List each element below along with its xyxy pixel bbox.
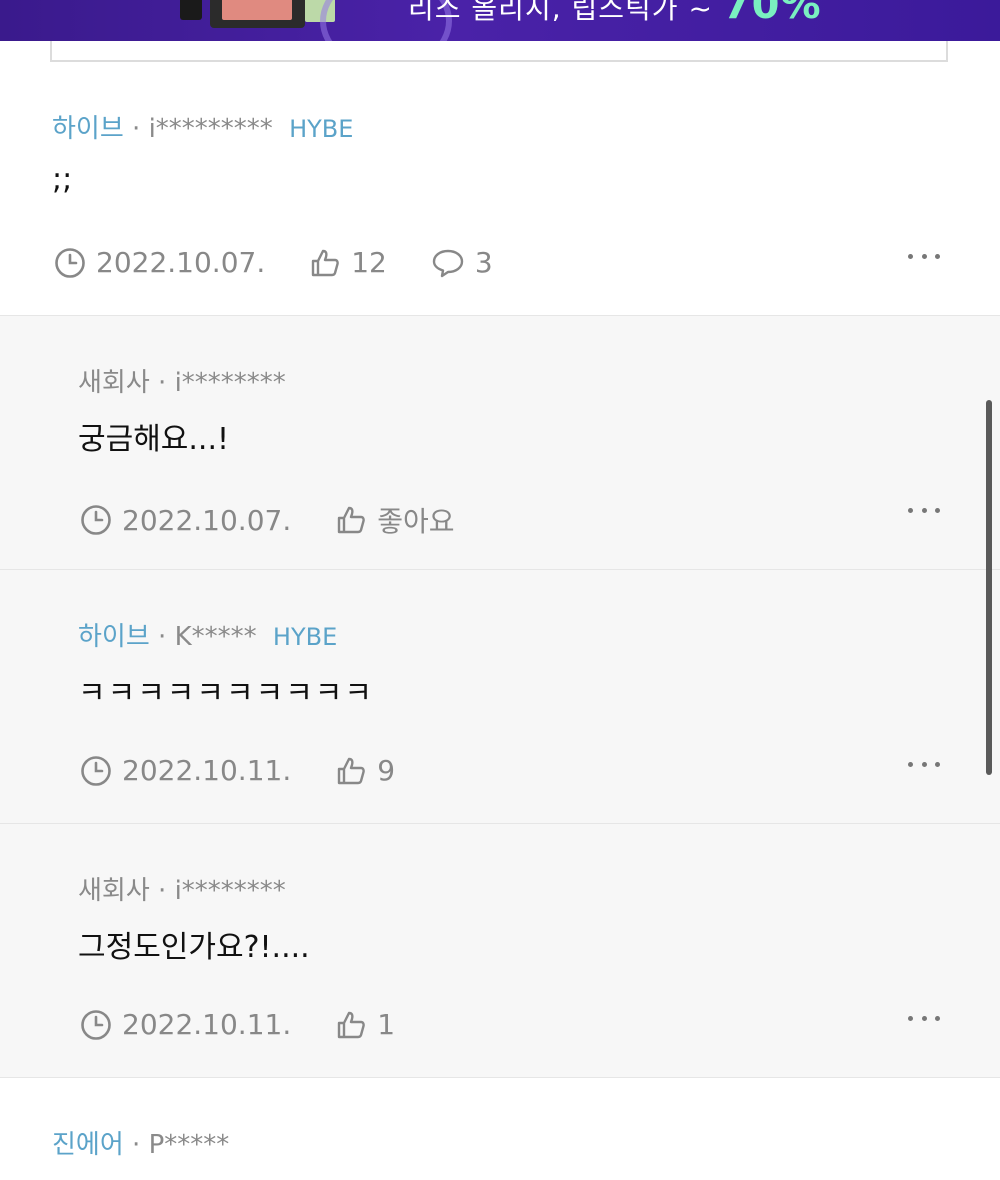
user-id: i********* [148,114,273,144]
reply-count: 3 [474,246,493,279]
comment-actions: 2022.10.07. 좋아요 [80,500,499,540]
thumbs-up-icon [312,249,340,276]
more-options-icon[interactable] [908,508,940,516]
banner-headline: 리스 올리시, 립스틱가 ~ [408,0,713,25]
comment-author: 새회사 · i******** [78,362,286,399]
reply-item: 새회사 · i******** 그정도인가요?!.... 2022.10.11.… [0,824,1000,1078]
comment-actions: 2022.10.11. 1 [80,1008,439,1041]
comment-author: 하이브 · K***** HYBE [78,616,337,653]
comment-date: 2022.10.07. [80,504,291,537]
more-options-icon[interactable] [908,254,940,262]
clock-icon [81,505,111,535]
comment-date: 2022.10.11. [80,1008,291,1041]
like-button[interactable]: 1 [335,1008,395,1041]
date-text: 2022.10.07. [122,503,292,537]
scrollbar[interactable] [986,400,992,775]
ad-banner[interactable]: 리스 올리시, 립스틱가 ~ 70% [0,0,1000,41]
like-count: 9 [377,754,396,787]
clock-icon [55,247,85,278]
reply-item: 하이브 · K***** HYBE ㅋㅋㅋㅋㅋㅋㅋㅋㅋㅋ 2022.10.11.… [0,570,1000,824]
reply-item: 새회사 · i******** 궁금해요...! 2022.10.07. 좋아요 [0,316,1000,570]
comment-author: 새회사 · i******** [78,870,286,907]
comment-text: 그정도인가요?!.... [78,930,310,965]
clock-icon [81,1009,111,1040]
thumbs-up-icon [338,1011,366,1038]
user-id: i******** [174,368,286,398]
comment-item: 하이브 · i********* HYBE ;; 2022.10.07. 12 … [0,62,1000,316]
like-count: 12 [351,246,387,279]
clock-icon [81,755,111,786]
user-id: K***** [174,622,257,652]
like-label: 좋아요 [377,505,455,538]
separator: · [132,114,141,144]
comment-actions: 2022.10.11. 9 [80,754,439,787]
date-text: 2022.10.07. [96,246,266,279]
banner-text: 리스 올리시, 립스틱가 ~ 70% [408,0,822,28]
like-count: 1 [377,1008,396,1041]
company-badge: HYBE [289,115,354,143]
user-id: i******** [174,876,286,906]
company-name[interactable]: 하이브 [78,622,150,652]
comment-actions: 2022.10.07. 12 3 [54,246,537,279]
date-text: 2022.10.11. [122,754,292,787]
separator: · [132,1130,141,1160]
separator: · [158,876,167,906]
company-name[interactable]: 하이브 [52,114,124,144]
separator: · [158,368,167,398]
comment-author: 진에어 · P***** [52,1124,229,1161]
separator: · [158,622,167,652]
company-name[interactable]: 새회사 [78,368,150,398]
user-id: P***** [148,1130,230,1160]
company-name[interactable]: 진에어 [52,1130,124,1160]
comment-author: 하이브 · i********* HYBE [52,108,353,145]
thumbs-up-icon [338,757,366,784]
more-options-icon[interactable] [908,1016,940,1024]
like-button[interactable]: 9 [335,754,395,787]
speech-bubble-icon [432,249,464,277]
comment-text: ㅋㅋㅋㅋㅋㅋㅋㅋㅋㅋ [78,676,374,711]
comment-date: 2022.10.07. [54,246,265,279]
comment-text: ;; [52,162,73,197]
company-badge: HYBE [272,623,338,651]
comment-date: 2022.10.11. [80,754,291,787]
like-button[interactable]: 12 [309,246,387,279]
comment-item: 진에어 · P***** [0,1078,1000,1180]
banner-percent: 70% [722,0,822,28]
like-button[interactable]: 좋아요 [335,500,455,540]
more-options-icon[interactable] [908,762,940,770]
reply-button[interactable]: 3 [431,246,493,279]
company-name[interactable]: 새회사 [78,876,150,906]
date-text: 2022.10.11. [122,1008,292,1041]
comment-text: 궁금해요...! [78,422,230,457]
thumbs-up-icon [338,506,366,534]
